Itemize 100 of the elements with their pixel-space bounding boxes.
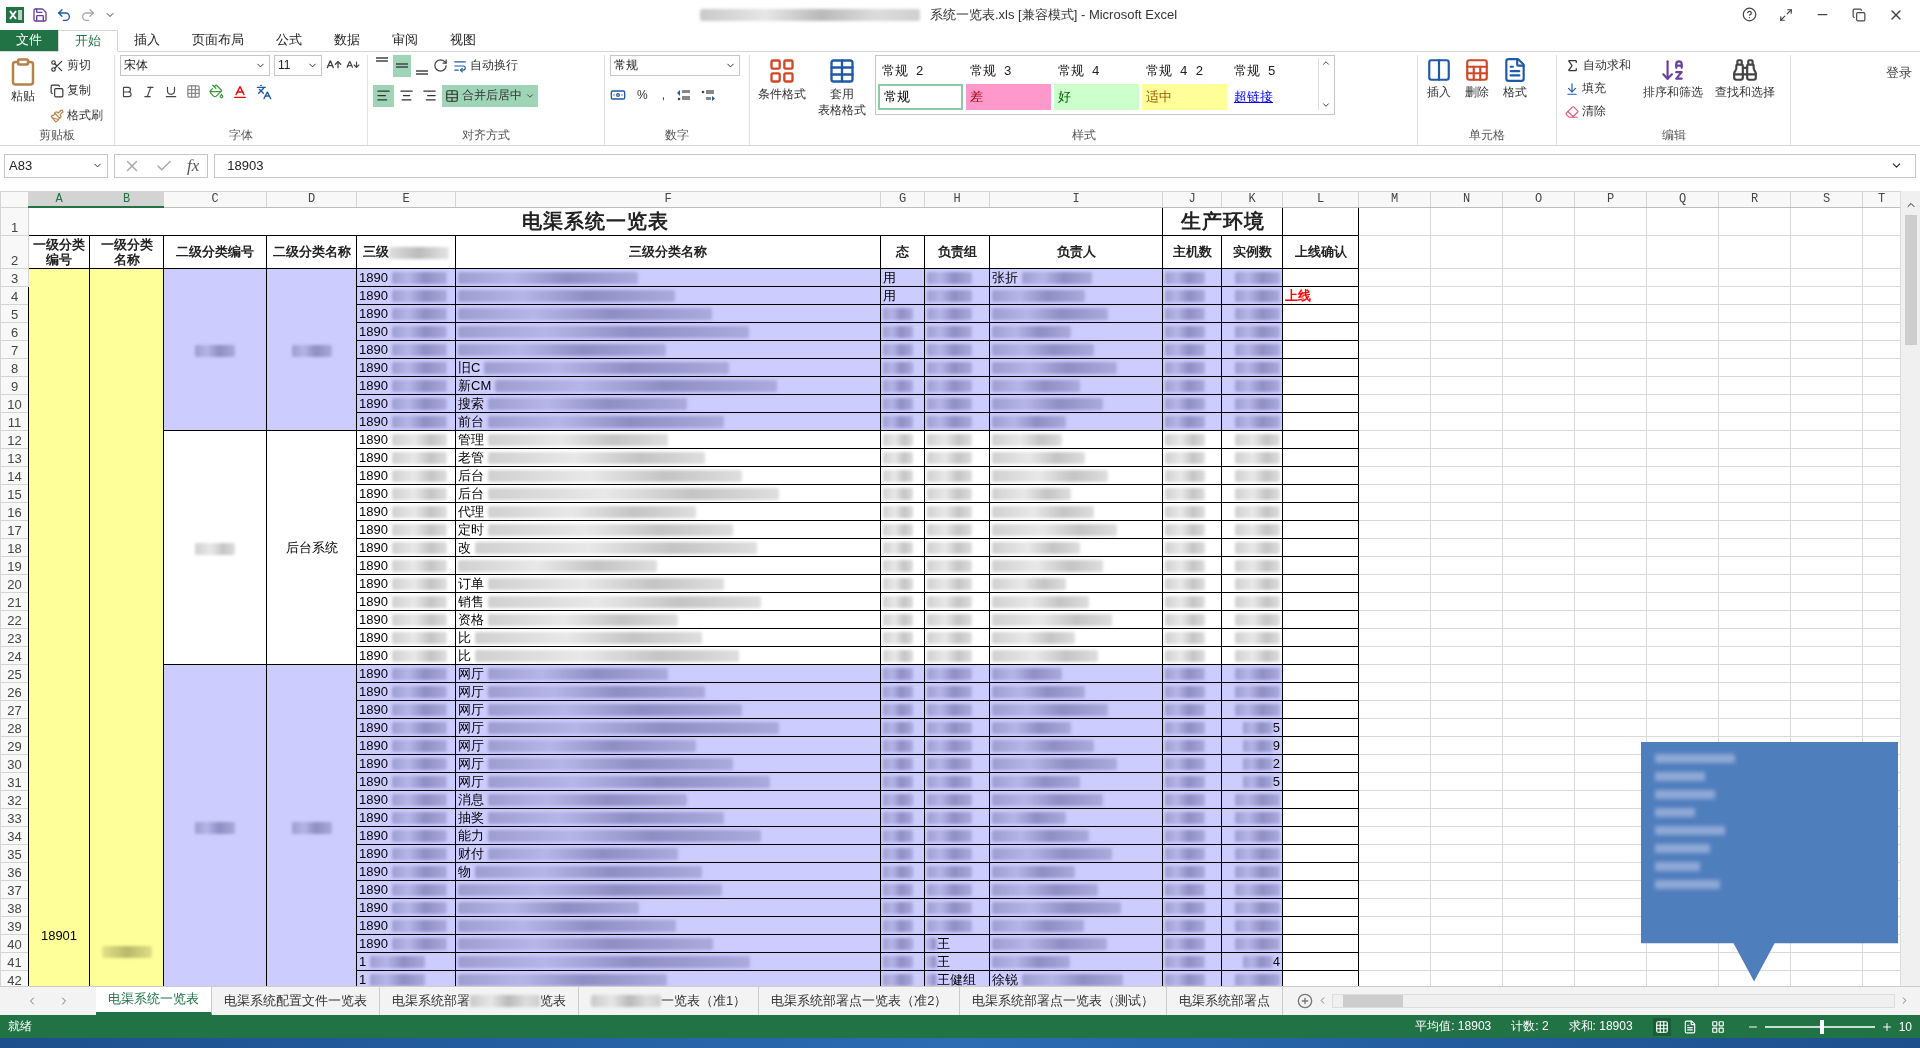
paste-button[interactable]: 粘贴 (5, 54, 41, 127)
column-header[interactable]: M (1358, 191, 1431, 208)
ribbon-tab[interactable]: 审阅 (376, 29, 434, 51)
table-cell: 网厅 (458, 683, 484, 699)
sort-filter-button[interactable]: 排序和筛选 (1640, 54, 1706, 127)
insert-function-button[interactable]: fx (187, 155, 200, 176)
format-painter-button[interactable]: 格式刷 (47, 104, 106, 127)
ribbon-tab[interactable]: 数据 (318, 29, 376, 51)
column-header[interactable]: O (1502, 191, 1575, 208)
cut-button[interactable]: 剪切 (47, 54, 106, 77)
blurred-text (391, 451, 447, 464)
formula-input[interactable]: 18903 (214, 153, 1916, 178)
italic-icon[interactable] (142, 84, 156, 99)
column-header[interactable]: H (924, 191, 990, 208)
column-header[interactable]: J (1162, 191, 1222, 208)
copy-button[interactable]: 复制 (47, 79, 106, 102)
column-header[interactable]: G (880, 191, 925, 208)
conditional-format-button[interactable]: 条件格式 (755, 54, 809, 127)
scrollbar-thumb[interactable] (1904, 214, 1917, 345)
column-header[interactable]: Q (1646, 191, 1719, 208)
blurred-text (391, 649, 447, 662)
blurred-text (591, 994, 661, 1007)
sheet-tab[interactable]: 电渠系统一览表 (96, 986, 212, 1016)
decimal-increase-icon[interactable] (676, 87, 692, 102)
restore-icon[interactable] (1852, 7, 1866, 22)
table-cell: 财付 (458, 845, 484, 861)
ribbon-tab[interactable]: 视图 (434, 29, 492, 51)
cell-styles-gallery[interactable]: 常规 2 常规 3 常规 4 常规 4 2 常规 5 常规 差 好 适中 超链接 (875, 54, 1335, 115)
column-header[interactable]: I (989, 191, 1163, 208)
find-select-button[interactable]: 查找和选择 (1712, 54, 1778, 127)
zoom-slider-thumb[interactable] (1819, 1019, 1824, 1034)
help-icon[interactable] (1742, 7, 1757, 23)
underline-icon[interactable] (164, 84, 178, 99)
name-box[interactable]: A83 (4, 153, 108, 178)
insert-button[interactable]: 插入 (1423, 54, 1455, 127)
style-swatch[interactable]: 适中 (1142, 83, 1227, 110)
ribbon-tab[interactable]: 开始 (58, 29, 118, 52)
ribbon-display-icon[interactable] (1779, 7, 1793, 22)
delete-button[interactable]: 删除 (1461, 54, 1493, 127)
ribbon-tab[interactable]: 页面布局 (176, 29, 260, 51)
decimal-decrease-icon[interactable] (700, 87, 716, 102)
comma-button[interactable]: , (658, 83, 668, 106)
borders-icon[interactable] (186, 84, 201, 100)
fill-button[interactable]: 填充 (1562, 77, 1634, 100)
table-cell: 1890 (359, 935, 388, 951)
sign-in-link[interactable]: 登录 (1886, 63, 1912, 82)
fill-color-icon[interactable] (209, 84, 224, 100)
clear-button[interactable]: 清除 (1562, 100, 1634, 123)
format-as-table-button[interactable]: 套用 表格格式 (815, 54, 869, 127)
blurred-text (927, 632, 972, 645)
ribbon-tab[interactable]: 文件 (0, 29, 58, 51)
column-header[interactable]: P (1574, 191, 1647, 208)
column-header[interactable]: A (28, 191, 90, 208)
column-header[interactable]: N (1430, 191, 1503, 208)
column-header[interactable]: E (356, 191, 456, 208)
blurred-text (927, 380, 972, 393)
wrap-text-button[interactable]: 自动换行 (450, 54, 521, 77)
bold-icon[interactable] (120, 84, 134, 99)
undo-icon[interactable] (56, 6, 72, 23)
font-color-icon[interactable] (232, 83, 248, 100)
column-header[interactable]: T (1862, 191, 1900, 208)
column-header[interactable]: L (1282, 191, 1359, 208)
scrollbar-thumb[interactable] (1343, 994, 1404, 1007)
column-header[interactable]: C (163, 191, 267, 208)
merge-center-button[interactable]: 合并后居中 (442, 84, 538, 107)
row-header[interactable]: 2 (0, 235, 29, 269)
style-swatch[interactable]: 常规 (878, 83, 963, 110)
phonetic-icon[interactable] (256, 83, 272, 100)
format-button[interactable]: 格式 (1499, 54, 1531, 127)
column-header[interactable]: K (1221, 191, 1283, 208)
font-name-dropdown[interactable]: 宋体 (120, 54, 270, 76)
column-header[interactable]: D (266, 191, 357, 208)
column-header[interactable]: F (455, 191, 881, 208)
blurred-text (1235, 542, 1280, 555)
column-header[interactable]: B (89, 191, 164, 208)
style-swatch[interactable]: 差 (966, 83, 1051, 110)
ribbon-tab[interactable]: 公式 (260, 29, 318, 51)
blurred-text (883, 326, 913, 339)
blurred-text (927, 290, 972, 303)
group-label: 单元格 (1469, 126, 1505, 144)
column-header[interactable]: R (1718, 191, 1791, 208)
table-cell: 代理 (458, 503, 484, 519)
number-format-dropdown[interactable]: 常规 (610, 54, 740, 76)
font-size-dropdown[interactable]: 11 (274, 54, 322, 76)
horizontal-align-button[interactable] (373, 84, 394, 107)
style-swatch[interactable]: 好 (1054, 83, 1139, 110)
column-header[interactable]: S (1790, 191, 1863, 208)
view-button[interactable] (1652, 1017, 1671, 1036)
ribbon-tab[interactable]: 插入 (118, 29, 176, 51)
percent-button[interactable]: % (634, 83, 651, 106)
table-cell: 1890 (359, 809, 388, 825)
blurred-text (927, 973, 937, 986)
orientation-icon[interactable] (433, 58, 448, 74)
autosum-button[interactable]: 自动求和 (1562, 54, 1634, 77)
new-sheet-icon[interactable] (1297, 992, 1314, 1009)
table-cell: 订单 (458, 575, 484, 591)
row-header[interactable]: 1 (0, 207, 29, 236)
save-icon[interactable] (32, 6, 48, 23)
vertical-align-button[interactable] (393, 54, 411, 77)
zoom-in-icon[interactable] (1880, 1020, 1893, 1033)
